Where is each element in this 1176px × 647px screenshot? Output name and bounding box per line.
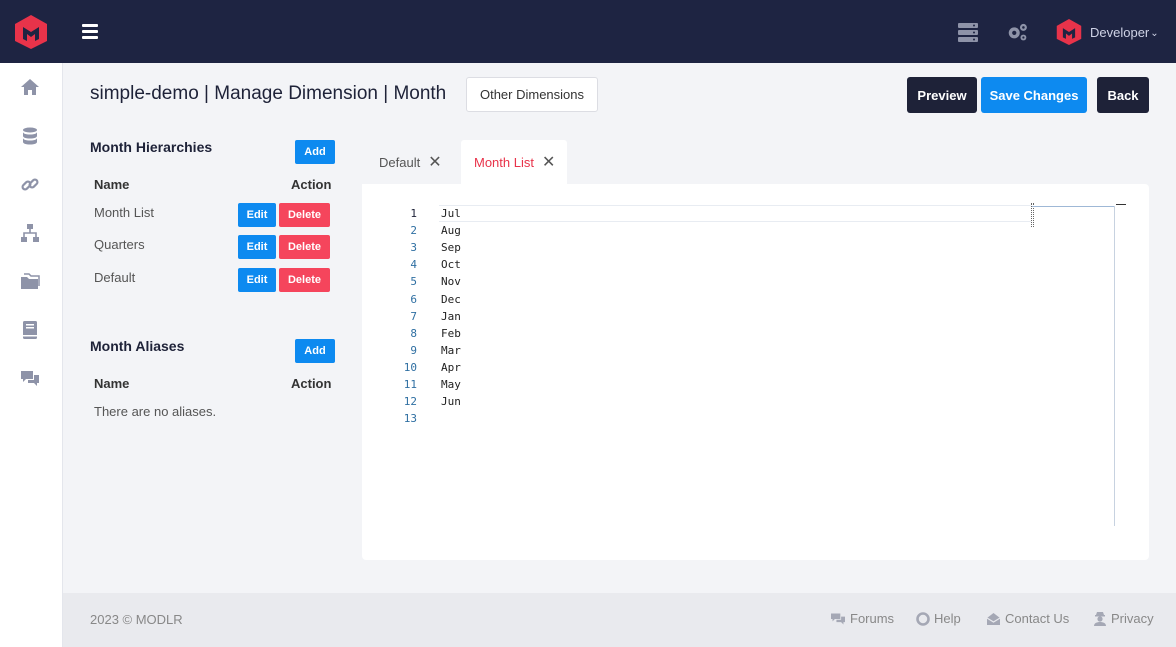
help-label: Help xyxy=(934,611,961,626)
server-icon[interactable] xyxy=(957,21,979,43)
logo-icon[interactable] xyxy=(14,14,48,50)
hierarchies-name-header: Name xyxy=(94,177,130,192)
line-number: 1 xyxy=(410,207,417,220)
chevron-down-icon: ⌄ xyxy=(1150,27,1159,39)
contact-label: Contact Us xyxy=(1005,611,1070,626)
line-number: 4 xyxy=(410,258,417,271)
code-line[interactable]: Nov xyxy=(441,275,461,288)
close-icon[interactable]: ✕ xyxy=(542,152,555,172)
line-number: 7 xyxy=(410,310,417,323)
no-aliases-message: There are no aliases. xyxy=(94,404,217,419)
edit-hierarchy-button[interactable]: Edit xyxy=(238,235,276,259)
preview-button[interactable]: Preview xyxy=(907,77,977,113)
line-gutter: 1 2 3 4 5 6 7 8 9 10 11 12 13 xyxy=(387,184,417,434)
privacy-label: Privacy xyxy=(1111,611,1154,626)
top-navbar: Developer ⌄ xyxy=(0,0,1176,63)
aliases-title: Month Aliases xyxy=(90,338,185,354)
tab-default[interactable]: Default ✕ xyxy=(366,140,460,184)
delete-hierarchy-button[interactable]: Delete xyxy=(279,235,330,259)
code-line[interactable]: Sep xyxy=(441,241,461,254)
sidebar xyxy=(0,63,63,647)
code-line[interactable]: Jul xyxy=(441,207,461,220)
page-title: simple-demo | Manage Dimension | Month xyxy=(90,83,447,104)
overview-ruler-marker xyxy=(1116,204,1126,205)
line-number: 13 xyxy=(403,412,417,425)
code-line[interactable]: Jan xyxy=(441,310,461,323)
copyright-text: 2023 © MODLR xyxy=(90,612,183,627)
book-icon[interactable] xyxy=(20,320,40,340)
back-button[interactable]: Back xyxy=(1097,77,1149,113)
privacy-link[interactable]: Privacy xyxy=(1093,611,1154,626)
code-line[interactable]: Oct xyxy=(441,258,461,271)
vertical-scrollbar[interactable] xyxy=(1114,206,1115,526)
comments-icon[interactable] xyxy=(20,368,40,388)
footer: 2023 © MODLR Forums Help Contact Us Priv… xyxy=(63,593,1176,647)
life-ring-icon xyxy=(916,611,930,626)
line-number: 10 xyxy=(403,361,417,374)
line-number: 3 xyxy=(410,241,417,254)
hierarchies-title: Month Hierarchies xyxy=(90,139,213,155)
link-icon[interactable] xyxy=(20,175,40,195)
sitemap-icon[interactable] xyxy=(20,223,40,243)
aliases-name-header: Name xyxy=(94,376,130,391)
home-icon[interactable] xyxy=(20,77,40,97)
edit-hierarchy-button[interactable]: Edit xyxy=(238,268,276,292)
hierarchy-row-label: Default xyxy=(94,270,136,285)
tab-label: Default xyxy=(379,154,421,170)
aliases-action-header: Action xyxy=(291,376,332,391)
line-number: 5 xyxy=(410,275,417,288)
code-line[interactable]: Dec xyxy=(441,293,461,306)
line-number: 11 xyxy=(403,378,417,391)
add-alias-button[interactable]: Add xyxy=(295,339,335,363)
user-logo-icon xyxy=(1056,19,1082,45)
hierarchies-action-header: Action xyxy=(291,177,332,192)
edit-hierarchy-button[interactable]: Edit xyxy=(238,203,276,227)
folders-icon[interactable] xyxy=(20,271,40,291)
delete-hierarchy-button[interactable]: Delete xyxy=(279,268,330,292)
database-icon[interactable] xyxy=(20,126,40,146)
code-line[interactable]: Mar xyxy=(441,344,461,357)
line-number: 8 xyxy=(410,327,417,340)
scroll-ruler xyxy=(1032,206,1115,207)
tab-label: Month List xyxy=(474,154,534,170)
active-line-highlight xyxy=(439,205,1031,222)
envelope-open-icon xyxy=(986,612,1001,625)
user-secret-icon xyxy=(1094,612,1106,626)
hierarchy-row-label: Quarters xyxy=(94,237,145,252)
line-number: 9 xyxy=(410,344,417,357)
code-editor[interactable]: 1 2 3 4 5 6 7 8 9 10 11 12 13 Jul Aug Se… xyxy=(362,184,1149,560)
user-menu[interactable]: Developer ⌄ xyxy=(1056,18,1159,46)
code-line[interactable]: May xyxy=(441,378,461,391)
code-line[interactable]: Aug xyxy=(441,224,461,237)
line-number: 12 xyxy=(403,395,417,408)
contact-link[interactable]: Contact Us xyxy=(986,611,1069,626)
save-changes-button[interactable]: Save Changes xyxy=(981,77,1087,113)
forums-link[interactable]: Forums xyxy=(830,611,894,626)
add-hierarchy-button[interactable]: Add xyxy=(295,140,335,164)
comments-icon xyxy=(831,613,845,624)
forums-label: Forums xyxy=(850,611,895,626)
hamburger-icon[interactable] xyxy=(82,24,98,40)
line-number: 6 xyxy=(410,293,417,306)
line-number: 2 xyxy=(410,224,417,237)
code-line[interactable]: Jun xyxy=(441,395,461,408)
code-line[interactable]: Apr xyxy=(441,361,461,374)
tab-month-list[interactable]: Month List ✕ xyxy=(461,140,567,184)
gears-icon[interactable] xyxy=(1006,21,1028,43)
code-line[interactable]: Feb xyxy=(441,327,461,340)
delete-hierarchy-button[interactable]: Delete xyxy=(279,203,330,227)
hierarchy-row-label: Month List xyxy=(94,205,154,220)
other-dimensions-button[interactable]: Other Dimensions xyxy=(466,77,598,112)
help-link[interactable]: Help xyxy=(916,611,961,626)
close-icon[interactable]: ✕ xyxy=(428,152,441,172)
user-name: Developer xyxy=(1090,24,1150,40)
